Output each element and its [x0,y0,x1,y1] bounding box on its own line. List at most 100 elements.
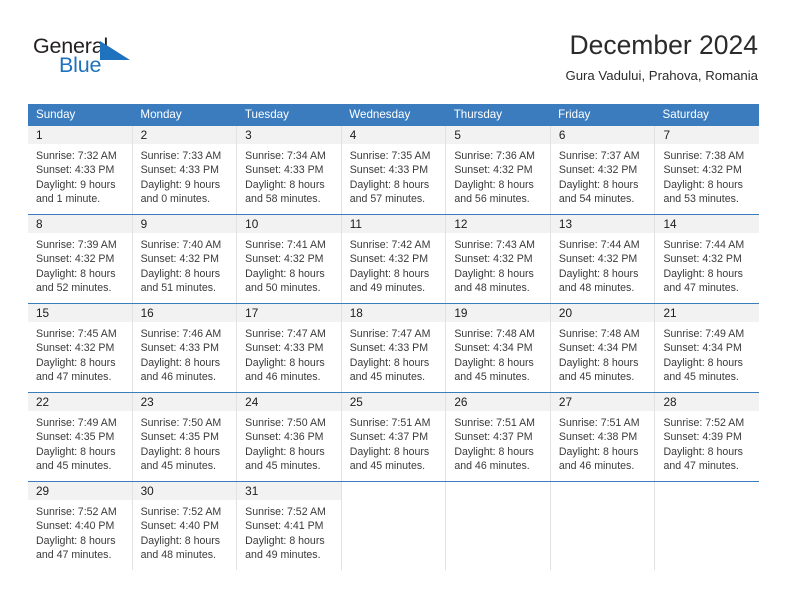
day-info: Sunrise: 7:47 AM Sunset: 4:33 PM Dayligh… [237,322,341,384]
week-row: 29 Sunrise: 7:52 AM Sunset: 4:40 PM Dayl… [28,481,760,570]
daylight-line2: and 48 minutes. [140,548,216,561]
sunset-text: Sunset: 4:33 PM [140,342,219,355]
date-strip: 24 [237,393,341,411]
sunrise-text: Sunrise: 7:33 AM [140,150,222,162]
day-info: Sunrise: 7:32 AM Sunset: 4:33 PM Dayligh… [28,144,132,206]
day-cell[interactable]: 14 Sunrise: 7:44 AM Sunset: 4:32 PM Dayl… [655,215,760,303]
daylight-line1: Daylight: 8 hours [349,356,430,369]
daylight-line2: and 58 minutes. [245,192,321,205]
daylight-line2: and 47 minutes. [36,370,112,383]
sunset-text: Sunset: 4:36 PM [245,431,324,444]
day-cell[interactable]: 17 Sunrise: 7:47 AM Sunset: 4:33 PM Dayl… [237,304,342,392]
daylight-line1: Daylight: 8 hours [349,178,430,191]
day-cell[interactable]: 1 Sunrise: 7:32 AM Sunset: 4:33 PM Dayli… [28,126,133,214]
day-cell[interactable]: 25 Sunrise: 7:51 AM Sunset: 4:37 PM Dayl… [341,393,447,481]
date-number: 20 [558,306,573,320]
sunrise-text: Sunrise: 7:44 AM [663,239,745,251]
sunset-text: Sunset: 4:32 PM [245,253,324,266]
date-number: 12 [454,217,468,231]
day-cell[interactable]: 13 Sunrise: 7:44 AM Sunset: 4:32 PM Dayl… [550,215,656,303]
day-cell[interactable]: 7 Sunrise: 7:38 AM Sunset: 4:32 PM Dayli… [655,126,760,214]
day-cell[interactable]: 27 Sunrise: 7:51 AM Sunset: 4:38 PM Dayl… [550,393,656,481]
day-cell[interactable]: 31 Sunrise: 7:52 AM Sunset: 4:41 PM Dayl… [237,482,342,570]
sunset-text: Sunset: 4:32 PM [558,164,638,177]
date-strip [341,482,446,500]
daylight-line1: Daylight: 8 hours [140,534,221,547]
weekday-header-monday: Monday [140,108,182,121]
general-blue-logo[interactable]: General Blue [33,34,213,84]
day-info: Sunrise: 7:44 AM Sunset: 4:32 PM Dayligh… [551,233,655,295]
daylight-line2: and 54 minutes. [558,192,635,205]
daylight-line2: and 48 minutes. [558,281,635,294]
date-strip: 13 [550,215,655,233]
sunset-text: Sunset: 4:41 PM [245,520,324,533]
date-strip: 23 [132,393,237,411]
date-strip: 5 [446,126,550,144]
day-cell[interactable]: 4 Sunrise: 7:35 AM Sunset: 4:33 PM Dayli… [341,126,447,214]
day-cell[interactable]: 11 Sunrise: 7:42 AM Sunset: 4:32 PM Dayl… [341,215,447,303]
date-number: 3 [245,128,252,142]
weekday-header-wednesday: Wednesday [349,108,411,121]
sunrise-text: Sunrise: 7:49 AM [36,417,117,429]
day-cell[interactable]: 28 Sunrise: 7:52 AM Sunset: 4:39 PM Dayl… [655,393,760,481]
day-cell[interactable]: 6 Sunrise: 7:37 AM Sunset: 4:32 PM Dayli… [550,126,656,214]
sunset-text: Sunset: 4:32 PM [663,253,742,266]
daylight-line1: Daylight: 8 hours [558,267,639,280]
date-strip: 4 [341,126,446,144]
day-cell[interactable]: 21 Sunrise: 7:49 AM Sunset: 4:34 PM Dayl… [655,304,760,392]
sunset-text: Sunset: 4:33 PM [245,164,324,177]
sunset-text: Sunset: 4:39 PM [663,431,742,444]
date-number: 27 [558,395,573,409]
date-number: 17 [245,306,259,320]
day-cell[interactable]: 24 Sunrise: 7:50 AM Sunset: 4:36 PM Dayl… [237,393,342,481]
daylight-line1: Daylight: 9 hours [36,178,116,191]
day-cell[interactable]: 10 Sunrise: 7:41 AM Sunset: 4:32 PM Dayl… [237,215,342,303]
day-cell-empty [341,482,447,570]
day-cell[interactable]: 3 Sunrise: 7:34 AM Sunset: 4:33 PM Dayli… [237,126,342,214]
day-cell[interactable]: 12 Sunrise: 7:43 AM Sunset: 4:32 PM Dayl… [446,215,551,303]
day-cell[interactable]: 2 Sunrise: 7:33 AM Sunset: 4:33 PM Dayli… [132,126,238,214]
day-info: Sunrise: 7:45 AM Sunset: 4:32 PM Dayligh… [28,322,132,384]
sunrise-text: Sunrise: 7:45 AM [36,328,117,340]
day-info: Sunrise: 7:48 AM Sunset: 4:34 PM Dayligh… [551,322,655,384]
day-cell[interactable]: 16 Sunrise: 7:46 AM Sunset: 4:33 PM Dayl… [132,304,238,392]
sunset-text: Sunset: 4:32 PM [454,164,533,177]
date-number: 31 [245,484,259,498]
sunset-text: Sunset: 4:35 PM [36,431,115,444]
sunrise-text: Sunrise: 7:39 AM [36,239,117,251]
day-cell[interactable]: 8 Sunrise: 7:39 AM Sunset: 4:32 PM Dayli… [28,215,133,303]
day-cell[interactable]: 23 Sunrise: 7:50 AM Sunset: 4:35 PM Dayl… [132,393,238,481]
sunset-text: Sunset: 4:34 PM [454,342,533,355]
day-cell[interactable]: 5 Sunrise: 7:36 AM Sunset: 4:32 PM Dayli… [446,126,551,214]
sunset-text: Sunset: 4:34 PM [663,342,742,355]
day-cell[interactable]: 26 Sunrise: 7:51 AM Sunset: 4:37 PM Dayl… [446,393,551,481]
day-cell[interactable]: 20 Sunrise: 7:48 AM Sunset: 4:34 PM Dayl… [550,304,656,392]
day-info: Sunrise: 7:47 AM Sunset: 4:33 PM Dayligh… [342,322,446,384]
day-cell[interactable]: 19 Sunrise: 7:48 AM Sunset: 4:34 PM Dayl… [446,304,551,392]
date-strip [655,482,760,500]
day-info: Sunrise: 7:40 AM Sunset: 4:32 PM Dayligh… [133,233,237,295]
daylight-line2: and 47 minutes. [663,281,739,294]
day-cell[interactable]: 22 Sunrise: 7:49 AM Sunset: 4:35 PM Dayl… [28,393,133,481]
daylight-line1: Daylight: 8 hours [245,356,325,369]
day-cell[interactable]: 15 Sunrise: 7:45 AM Sunset: 4:32 PM Dayl… [28,304,133,392]
day-info: Sunrise: 7:38 AM Sunset: 4:32 PM Dayligh… [655,144,759,206]
date-strip: 12 [446,215,550,233]
week-row: 22 Sunrise: 7:49 AM Sunset: 4:35 PM Dayl… [28,392,760,481]
day-cell[interactable]: 29 Sunrise: 7:52 AM Sunset: 4:40 PM Dayl… [28,482,133,570]
sunset-text: Sunset: 4:33 PM [349,164,429,177]
sunrise-text: Sunrise: 7:37 AM [558,150,640,162]
daylight-line2: and 52 minutes. [36,281,112,294]
weekday-header-row: Sunday Monday Tuesday Wednesday Thursday… [28,104,759,125]
sunrise-text: Sunrise: 7:35 AM [349,150,431,162]
day-cell[interactable]: 9 Sunrise: 7:40 AM Sunset: 4:32 PM Dayli… [132,215,238,303]
logo-triangle-icon [100,41,130,60]
daylight-line2: and 56 minutes. [454,192,530,205]
date-number: 25 [349,395,363,409]
date-strip: 20 [550,304,655,322]
date-number: 19 [454,306,468,320]
date-number: 1 [36,128,43,142]
sunrise-text: Sunrise: 7:51 AM [558,417,640,429]
day-cell[interactable]: 18 Sunrise: 7:47 AM Sunset: 4:33 PM Dayl… [341,304,447,392]
day-cell[interactable]: 30 Sunrise: 7:52 AM Sunset: 4:40 PM Dayl… [132,482,238,570]
